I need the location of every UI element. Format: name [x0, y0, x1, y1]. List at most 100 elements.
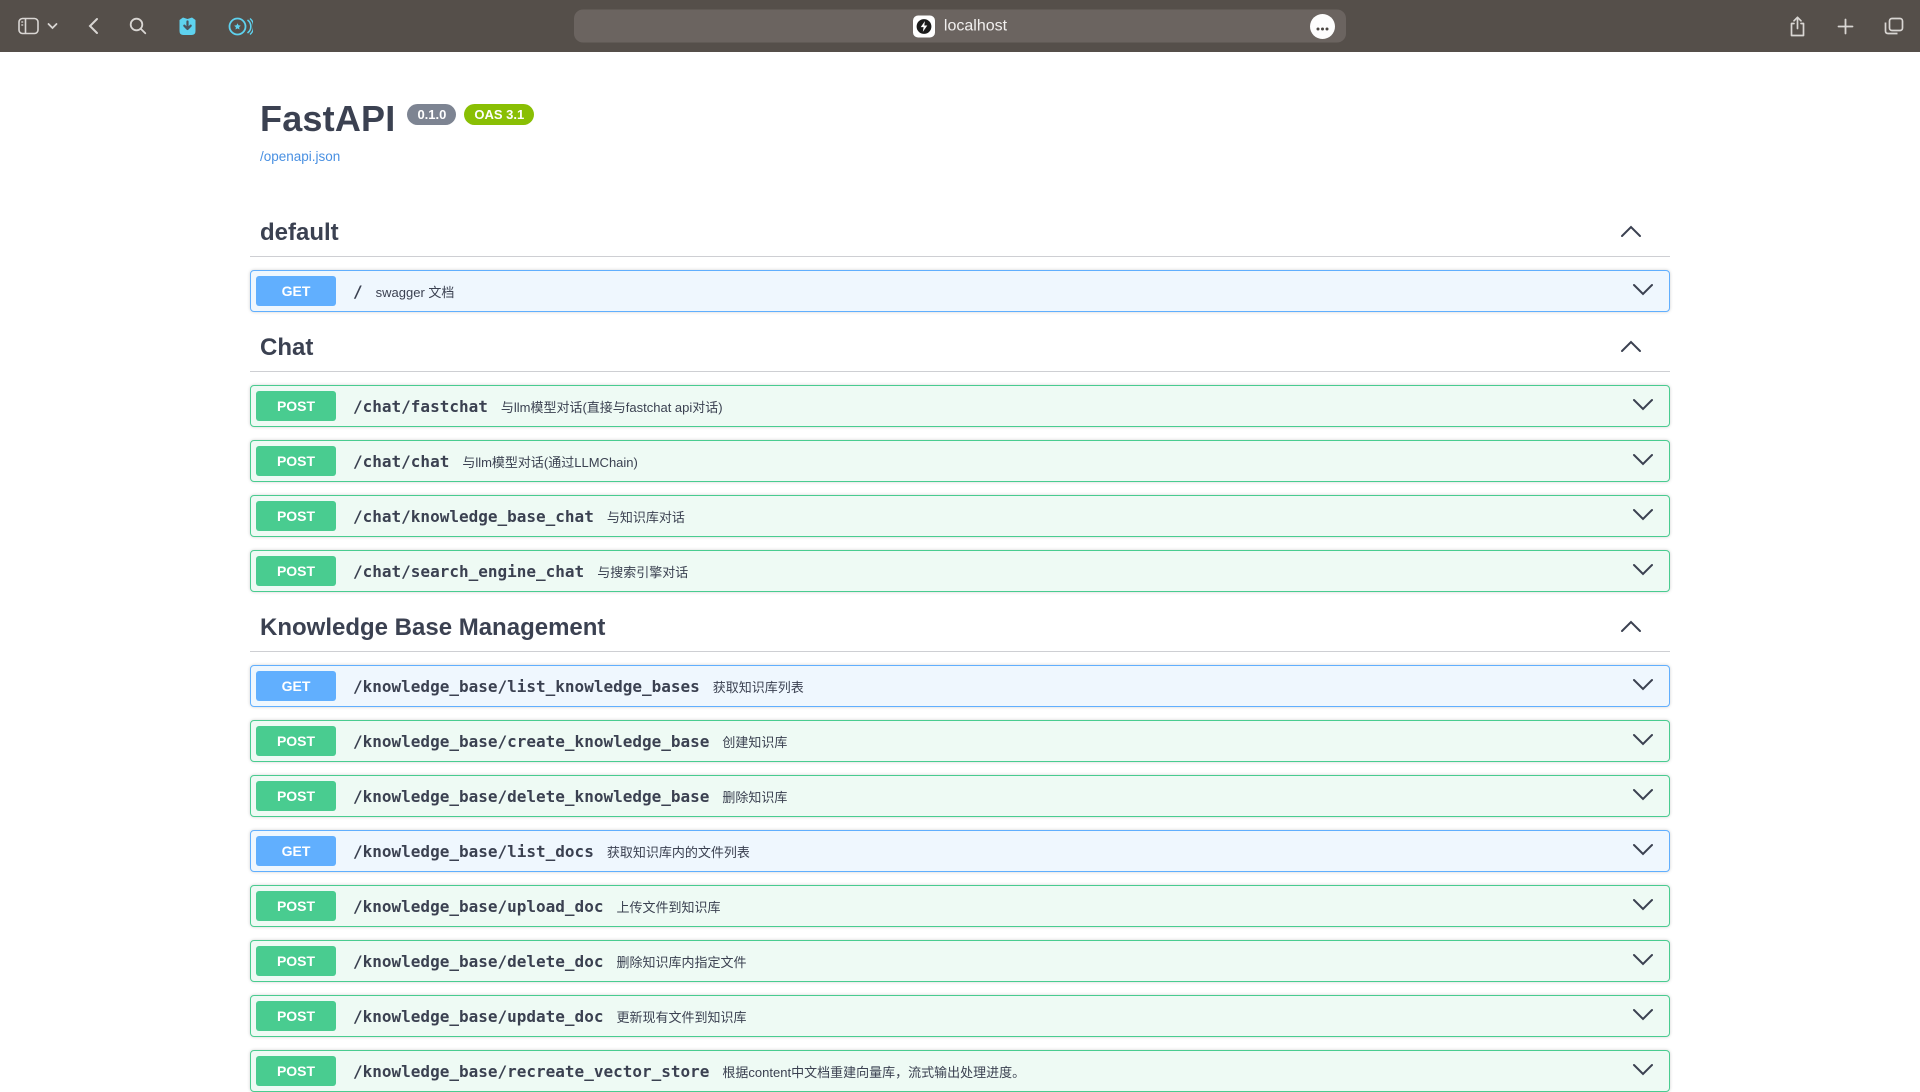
tag-title: default: [260, 219, 339, 247]
operation-row[interactable]: POST /chat/search_engine_chat 与搜索引擎对话: [250, 550, 1670, 592]
share-button[interactable]: [1788, 16, 1807, 37]
operation-summary: 创建知识库: [722, 732, 787, 751]
method-badge: GET: [256, 836, 336, 866]
chevron-down-icon: [1632, 898, 1654, 914]
extension-download-button[interactable]: [177, 16, 198, 37]
sidebar-icon: [18, 17, 39, 35]
chevron-down-icon: [1632, 733, 1654, 749]
expand-operation-button[interactable]: [1632, 788, 1654, 804]
operation-summary: 获取知识库列表: [713, 677, 804, 696]
operation-path: /knowledge_base/delete_knowledge_base: [353, 787, 709, 806]
chevron-up-icon: [1620, 225, 1642, 241]
expand-operation-button[interactable]: [1632, 953, 1654, 969]
tab-overview-icon: [1884, 17, 1904, 36]
chevron-down-icon: [1632, 678, 1654, 694]
chevron-down-icon: [1632, 563, 1654, 579]
method-badge: POST: [256, 946, 336, 976]
operation-path: /knowledge_base/list_knowledge_bases: [353, 677, 700, 696]
chevron-down-icon: [1632, 508, 1654, 524]
operation-summary: 上传文件到知识库: [616, 897, 720, 916]
operation-summary: 删除知识库内指定文件: [616, 952, 746, 971]
expand-operation-button[interactable]: [1632, 453, 1654, 469]
chevron-down-icon: [1632, 453, 1654, 469]
expand-operation-button[interactable]: [1632, 1063, 1654, 1079]
method-badge: POST: [256, 501, 336, 531]
chevron-down-icon: [1632, 788, 1654, 804]
collapse-section-button[interactable]: [1620, 225, 1642, 241]
operation-path: /knowledge_base/create_knowledge_base: [353, 732, 709, 751]
expand-operation-button[interactable]: [1632, 398, 1654, 414]
operation-row[interactable]: POST /chat/fastchat 与llm模型对话(直接与fastchat…: [250, 385, 1670, 427]
operation-row[interactable]: GET /knowledge_base/list_knowledge_bases…: [250, 665, 1670, 707]
tag-header[interactable]: default: [250, 210, 1670, 257]
collapse-section-button[interactable]: [1620, 340, 1642, 356]
address-bar[interactable]: localhost: [574, 10, 1346, 43]
openapi-spec-link[interactable]: /openapi.json: [260, 149, 340, 164]
sidebar-menu-button[interactable]: [47, 22, 58, 30]
operation-summary: 获取知识库内的文件列表: [607, 842, 750, 861]
toolbar-left-group: [18, 16, 253, 37]
chevron-down-icon: [47, 22, 58, 30]
expand-operation-button[interactable]: [1632, 1008, 1654, 1024]
chevron-down-icon: [1632, 953, 1654, 969]
page-settings-button[interactable]: [1310, 14, 1335, 39]
expand-operation-button[interactable]: [1632, 678, 1654, 694]
sidebar-toggle-button[interactable]: [18, 17, 39, 35]
operation-row[interactable]: POST /knowledge_base/recreate_vector_sto…: [250, 1050, 1670, 1092]
tag-header[interactable]: Chat: [250, 325, 1670, 372]
operation-summary: 根据content中文档重建向量库，流式输出处理进度。: [722, 1062, 1025, 1081]
operation-row[interactable]: POST /knowledge_base/update_doc 更新现有文件到知…: [250, 995, 1670, 1037]
method-badge: POST: [256, 391, 336, 421]
expand-operation-button[interactable]: [1632, 898, 1654, 914]
operation-row[interactable]: POST /knowledge_base/create_knowledge_ba…: [250, 720, 1670, 762]
operation-path: /chat/chat: [353, 452, 449, 471]
operation-path: /chat/knowledge_base_chat: [353, 507, 594, 526]
expand-operation-button[interactable]: [1632, 283, 1654, 299]
operation-summary: 与llm模型对话(直接与fastchat api对话): [501, 397, 723, 416]
method-badge: POST: [256, 1056, 336, 1086]
expand-operation-button[interactable]: [1632, 508, 1654, 524]
operation-path: /knowledge_base/list_docs: [353, 842, 594, 861]
operation-row[interactable]: POST /knowledge_base/delete_doc 删除知识库内指定…: [250, 940, 1670, 982]
operations: GET /knowledge_base/list_knowledge_bases…: [250, 652, 1670, 1092]
back-button[interactable]: [88, 17, 99, 35]
operation-path: /knowledge_base/upload_doc: [353, 897, 603, 916]
url-text: localhost: [944, 17, 1007, 35]
operation-path: /: [353, 282, 363, 301]
chevron-down-icon: [1632, 1063, 1654, 1079]
extension-rings-icon: [228, 16, 253, 37]
search-button[interactable]: [129, 17, 147, 35]
address-bar-site: localhost: [913, 15, 1007, 37]
tag-section: Chat POST /chat/fastchat 与llm模型对话(直接与fas…: [250, 325, 1670, 592]
operation-row[interactable]: POST /chat/knowledge_base_chat 与知识库对话: [250, 495, 1670, 537]
tag-section: default GET / swagger 文档: [250, 210, 1670, 312]
operation-row[interactable]: GET / swagger 文档: [250, 270, 1670, 312]
tag-header[interactable]: Knowledge Base Management: [250, 605, 1670, 652]
extension-rings-button[interactable]: [228, 16, 253, 37]
browser-toolbar: localhost: [0, 0, 1920, 52]
expand-operation-button[interactable]: [1632, 843, 1654, 859]
new-tab-button[interactable]: [1837, 18, 1854, 35]
operation-row[interactable]: POST /knowledge_base/upload_doc 上传文件到知识库: [250, 885, 1670, 927]
oas-badge: OAS 3.1: [464, 104, 534, 125]
extension-download-icon: [177, 16, 198, 37]
method-badge: POST: [256, 556, 336, 586]
chevron-down-icon: [1632, 283, 1654, 299]
operation-summary: 与搜索引擎对话: [597, 562, 688, 581]
operation-row[interactable]: POST /knowledge_base/delete_knowledge_ba…: [250, 775, 1670, 817]
operation-row[interactable]: GET /knowledge_base/list_docs 获取知识库内的文件列…: [250, 830, 1670, 872]
operation-summary: 与知识库对话: [607, 507, 685, 526]
operations: POST /chat/fastchat 与llm模型对话(直接与fastchat…: [250, 372, 1670, 592]
expand-operation-button[interactable]: [1632, 733, 1654, 749]
share-icon: [1788, 16, 1807, 37]
operation-row[interactable]: POST /chat/chat 与llm模型对话(通过LLMChain): [250, 440, 1670, 482]
api-info: FastAPI 0.1.0 OAS 3.1 /openapi.json: [250, 52, 1670, 166]
expand-operation-button[interactable]: [1632, 563, 1654, 579]
collapse-section-button[interactable]: [1620, 620, 1642, 636]
operation-summary: 删除知识库: [722, 787, 787, 806]
tab-overview-button[interactable]: [1884, 17, 1904, 36]
tag-title: Chat: [260, 334, 313, 362]
tag-title: Knowledge Base Management: [260, 614, 605, 642]
version-badge: 0.1.0: [407, 104, 456, 125]
page-settings-ellipsis-icon: [1316, 19, 1329, 34]
